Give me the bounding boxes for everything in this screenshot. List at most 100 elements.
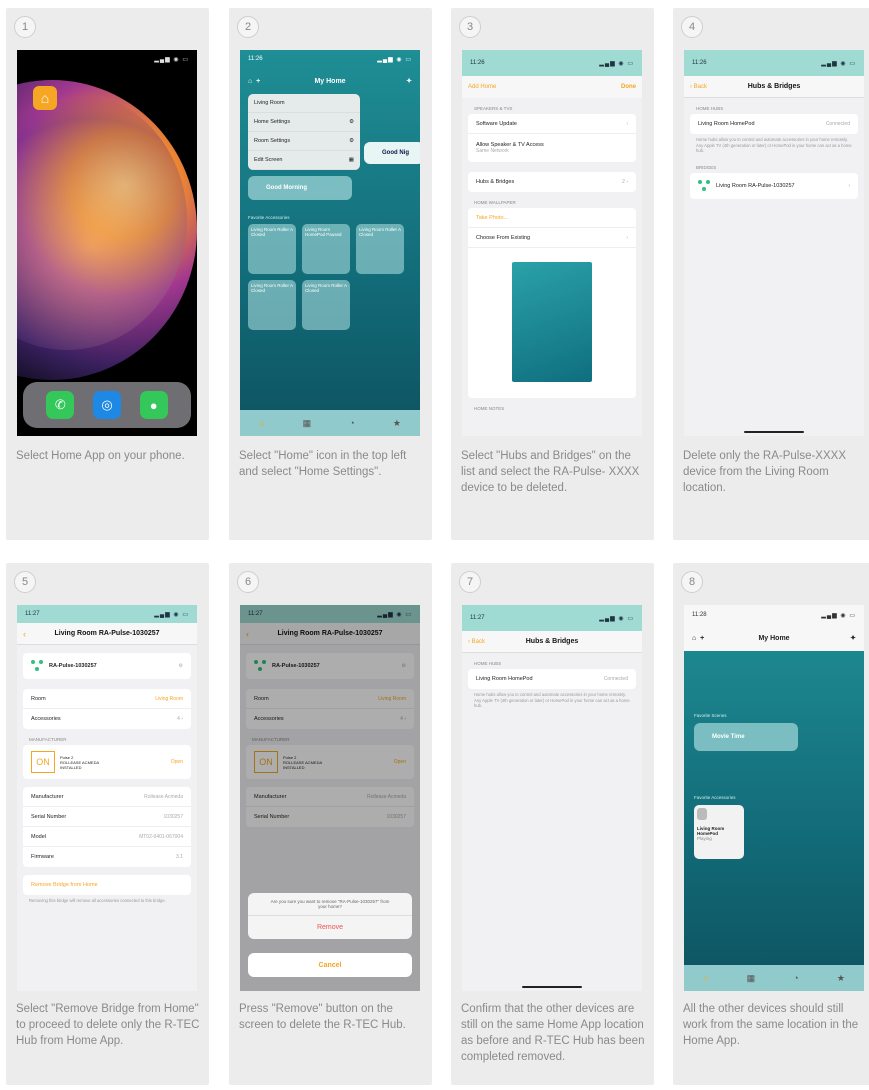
step-card-1: 1 ▂▄▆ ◉ ▭ ⌂ ✆ ◎ ● Select Home App on you… bbox=[6, 8, 209, 540]
menu-item-living-room[interactable]: Living Room bbox=[248, 94, 360, 113]
remove-bridge-row[interactable]: Remove Bridge from Home bbox=[23, 875, 191, 895]
tab-discover-icon[interactable]: ★ bbox=[393, 418, 401, 429]
menu-item-edit-screen[interactable]: Edit Screen ▦ bbox=[248, 151, 360, 170]
section-header: Home Hubs bbox=[474, 661, 502, 666]
step-caption: Select "Home" icon in the top left and s… bbox=[239, 450, 407, 478]
step-number: 3 bbox=[459, 16, 481, 38]
siri-icon[interactable]: ✦ bbox=[850, 634, 856, 642]
step-number: 2 bbox=[237, 16, 259, 38]
siri-icon[interactable]: ✦ bbox=[406, 77, 412, 85]
hubs-note: Home hubs allow you to control and autom… bbox=[696, 137, 852, 153]
step-card-3: 3 11:26 ▂▄▆ ◉ ▭ Add Home Done Speakers & … bbox=[451, 8, 654, 540]
tab-discover-icon[interactable]: ★ bbox=[837, 973, 845, 984]
status-time: 11:26 bbox=[470, 60, 485, 66]
phone-screen-bridge-detail: 11:27 ▂▄▆ ◉ ▭ ‹ Living Room RA-Pulse-1030… bbox=[17, 605, 197, 991]
homepod-tile[interactable]: Living Room HomePod Playing bbox=[694, 805, 744, 859]
messages-app-icon[interactable]: ● bbox=[139, 391, 168, 419]
gear-icon: ⚙ bbox=[349, 138, 354, 144]
accessory-tile[interactable]: Living Room Roller A Closed bbox=[302, 280, 350, 330]
bridge-icon bbox=[31, 660, 43, 672]
choose-existing-row[interactable]: Choose From Existing › bbox=[468, 228, 636, 248]
instruction-grid: 1 ▂▄▆ ◉ ▭ ⌂ ✆ ◎ ● Select Home App on you… bbox=[0, 0, 869, 1090]
add-home-link[interactable]: Add Home bbox=[468, 84, 496, 90]
software-update-row[interactable]: Software Update › bbox=[468, 114, 636, 134]
remove-button[interactable]: Remove bbox=[248, 916, 412, 939]
tab-rooms-icon[interactable]: ▦ bbox=[303, 418, 312, 429]
done-button[interactable]: Done bbox=[621, 84, 636, 90]
alert-message: Are you sure you want to remove "RA-Puls… bbox=[248, 893, 412, 916]
remove-alert: Are you sure you want to remove "RA-Puls… bbox=[248, 893, 412, 939]
tab-home-icon[interactable]: ⌂ bbox=[259, 418, 264, 428]
phone-screen-home: ▂▄▆ ◉ ▭ ⌂ ✆ ◎ ● bbox=[17, 50, 197, 436]
bridge-icon bbox=[698, 179, 710, 192]
home-title: My Home bbox=[758, 634, 790, 642]
accessory-tile[interactable]: Living Room Roller A Closed bbox=[356, 224, 404, 274]
favorite-scenes-label: Favorite Scenes bbox=[694, 713, 727, 718]
accessories-row[interactable]: Accessories 4 › bbox=[23, 709, 191, 729]
home-app-icon[interactable]: ⌂ bbox=[33, 86, 57, 110]
open-button[interactable]: Open bbox=[171, 759, 183, 765]
phone-screen-home-final: 11:28 ▂▄▆ ◉ ▭ ⌂ + My Home ✦ Favorite Scen… bbox=[684, 605, 864, 991]
device-row: RA-Pulse-1030257 ⚙ bbox=[23, 653, 191, 679]
menu-item-room-settings[interactable]: Room Settings ⚙ bbox=[248, 132, 360, 151]
step-card-2: 2 11:26 ▂▄▆ ◉ ▭ ⌂ + My Home ✦ Living Room… bbox=[229, 8, 432, 540]
step-caption: Delete only the RA-Pulse-XXXX device fro… bbox=[683, 450, 846, 494]
tab-rooms-icon[interactable]: ▦ bbox=[747, 973, 756, 984]
home-menu: Living Room Home Settings ⚙ Room Settings… bbox=[248, 94, 360, 170]
phone-screen-home-settings: 11:26 ▂▄▆ ◉ ▭ Add Home Done Speakers & TV… bbox=[462, 50, 642, 436]
on-logo: ON bbox=[31, 751, 55, 773]
scene-good-night[interactable]: Good Nig bbox=[364, 142, 420, 164]
step-caption: All the other devices should still work … bbox=[683, 1003, 859, 1047]
step-caption: Confirm that the other devices are still… bbox=[461, 1003, 645, 1063]
tab-automation-icon[interactable]: ◔ bbox=[793, 973, 798, 983]
remove-note: Removing this bridge will remove all acc… bbox=[29, 898, 166, 903]
step-number: 6 bbox=[237, 571, 259, 593]
section-header: Home Hubs bbox=[696, 106, 724, 111]
tab-automation-icon[interactable]: ◔ bbox=[349, 418, 354, 428]
pulse-app-row: ON Pulse 2 ROLLEASE ACMEDA INSTALLED Ope… bbox=[23, 745, 191, 779]
signal-icon: ▂▄▆ ◉ ▭ bbox=[154, 56, 189, 63]
step-card-5: 5 11:27 ▂▄▆ ◉ ▭ ‹ Living Room RA-Pulse-10… bbox=[6, 563, 209, 1085]
section-header: Speakers & TVs bbox=[474, 106, 513, 111]
tab-bar: ⌂ ▦ ◔ ★ bbox=[240, 410, 420, 436]
bridge-row[interactable]: Living Room RA-Pulse-1030257 › bbox=[690, 173, 858, 199]
tab-home-icon[interactable]: ⌂ bbox=[703, 973, 708, 983]
gear-icon: ⚙ bbox=[349, 119, 354, 125]
allow-speaker-row[interactable]: Allow Speaker & TV Access Same Network bbox=[468, 134, 636, 162]
homepod-row[interactable]: Living Room HomePod Connected bbox=[690, 114, 858, 134]
menu-item-home-settings[interactable]: Home Settings ⚙ bbox=[248, 113, 360, 132]
home-header: ⌂ + My Home ✦ bbox=[684, 625, 864, 651]
step-number: 7 bbox=[459, 571, 481, 593]
step-number: 5 bbox=[14, 571, 36, 593]
step-caption: Select Home App on your phone. bbox=[16, 450, 185, 462]
home-header: ⌂ + My Home ✦ bbox=[240, 68, 420, 94]
favorites-label: Favorite Accessories bbox=[248, 215, 290, 220]
settings-icon[interactable]: ⚙ bbox=[179, 663, 183, 669]
nav-title: Living Room RA-Pulse-1030257 bbox=[54, 630, 160, 637]
step-caption: Select "Hubs and Bridges" on the list an… bbox=[461, 450, 640, 494]
status-time: 11:26 bbox=[692, 60, 707, 66]
homepod-row[interactable]: Living Room HomePod Connected bbox=[468, 669, 636, 689]
nav-title: Hubs & Bridges bbox=[525, 638, 579, 645]
take-photo-row[interactable]: Take Photo... bbox=[468, 208, 636, 228]
home-title: My Home bbox=[314, 77, 346, 85]
scene-good-morning[interactable]: Good Morning bbox=[248, 176, 352, 200]
accessory-tile[interactable]: Living Room HomePod Paused bbox=[302, 224, 350, 274]
scene-movie-time[interactable]: Movie Time bbox=[694, 723, 798, 751]
room-row[interactable]: Room Living Room bbox=[23, 689, 191, 709]
phone-screen-remove-alert: 11:27 ▂▄▆ ◉ ▭ ‹ Living Room RA-Pulse-1030… bbox=[240, 605, 420, 991]
hubs-bridges-row[interactable]: Hubs & Bridges 2 › bbox=[468, 172, 636, 192]
accessory-tile[interactable]: Living Room Roller A Closed bbox=[248, 224, 296, 274]
grid-icon: ▦ bbox=[348, 157, 354, 163]
phone-screen-home-menu: 11:26 ▂▄▆ ◉ ▭ ⌂ + My Home ✦ Living Room H… bbox=[240, 50, 420, 436]
section-header: Home Wallpaper bbox=[474, 200, 516, 205]
cancel-button[interactable]: Cancel bbox=[248, 953, 412, 977]
accessory-tile[interactable]: Living Room Roller A Closed bbox=[248, 280, 296, 330]
favorite-accessories-label: Favorite Accessories bbox=[694, 795, 736, 800]
nav-title: Hubs & Bridges bbox=[747, 83, 801, 90]
status-time: 11:26 bbox=[248, 56, 263, 62]
phone-app-icon[interactable]: ✆ bbox=[46, 391, 75, 419]
safari-app-icon[interactable]: ◎ bbox=[92, 391, 121, 419]
phone-screen-hubs-after: 11:27 ▂▄▆ ◉ ▭ ‹ Back Hubs & Bridges Home … bbox=[462, 605, 642, 991]
section-header: Home Notes bbox=[474, 406, 505, 411]
